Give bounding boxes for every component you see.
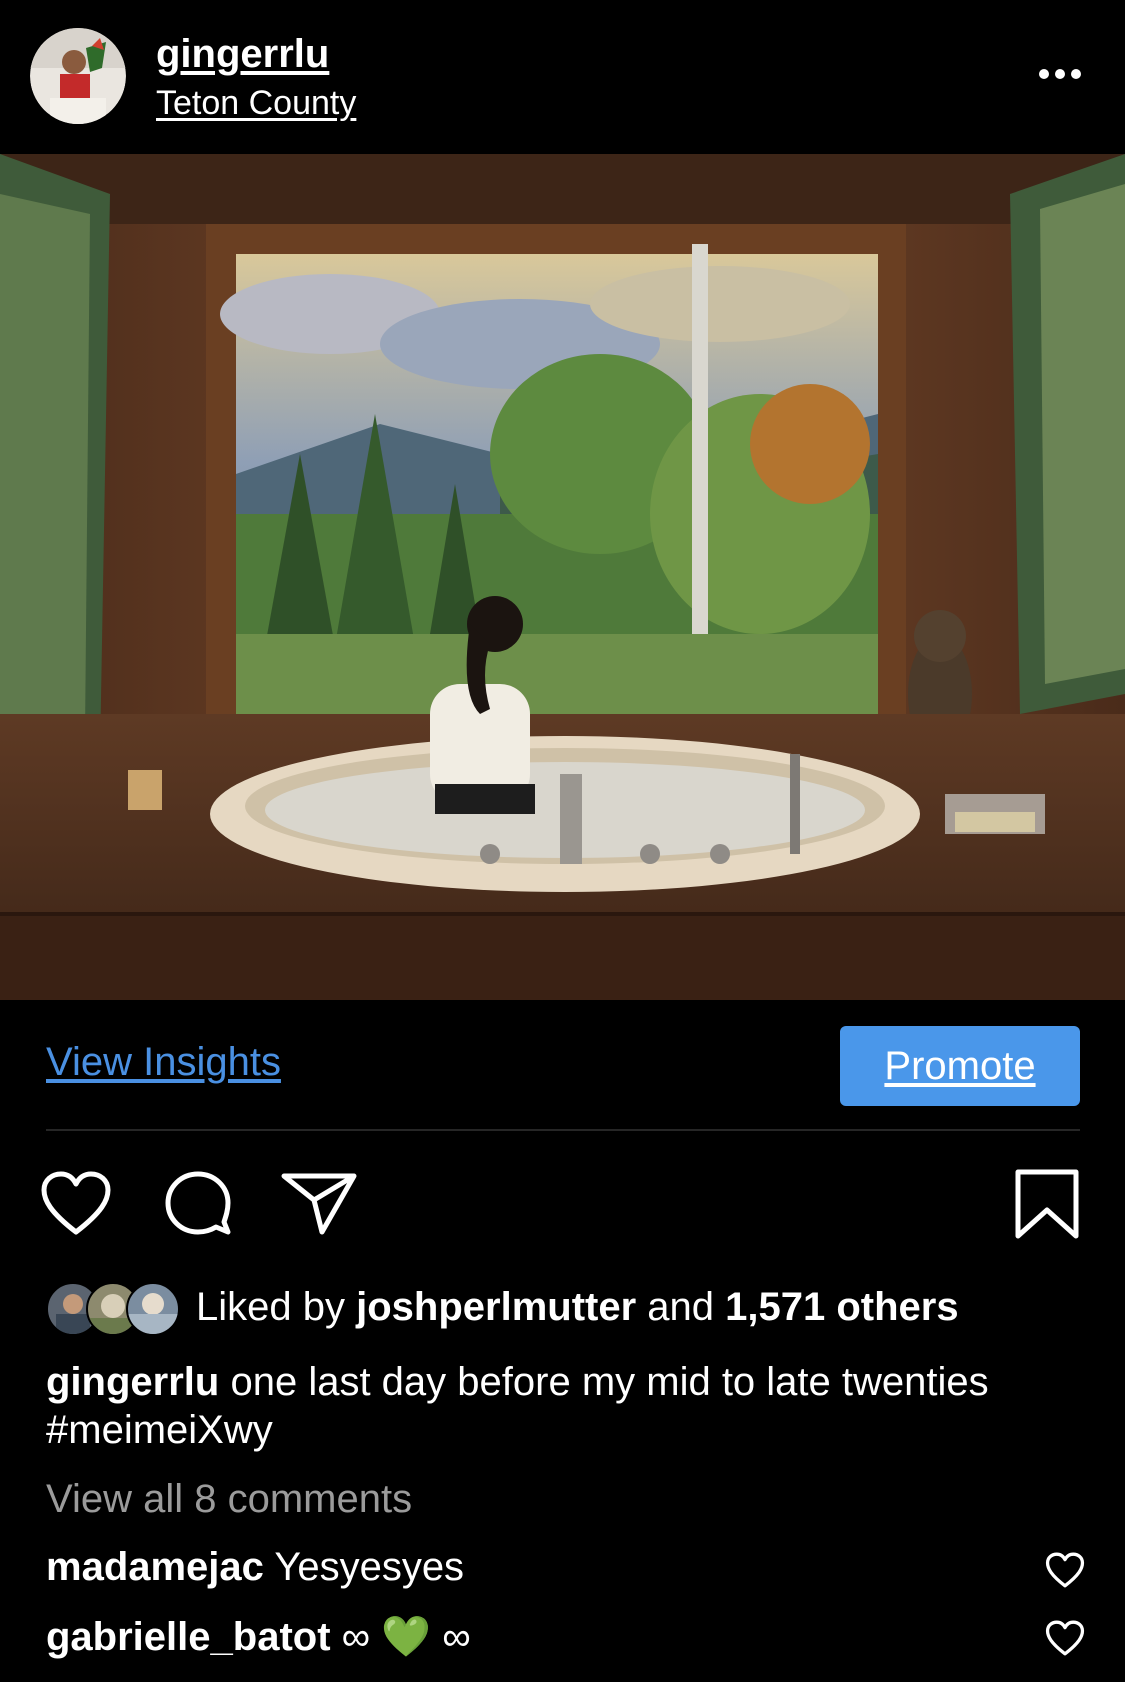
- more-options-icon[interactable]: [1034, 63, 1090, 85]
- comment-username[interactable]: gabrielle_batot: [46, 1615, 331, 1659]
- like-heart-icon[interactable]: [40, 1170, 112, 1236]
- view-insights-link[interactable]: View Insights: [46, 1040, 281, 1085]
- liker-avatar: [126, 1282, 180, 1336]
- caption-text: one last day before my mid to late twent…: [230, 1360, 989, 1404]
- likes-conjunction: and: [647, 1285, 715, 1329]
- post-image[interactable]: [0, 154, 1125, 1000]
- view-all-comments-link[interactable]: View all 8 comments: [46, 1477, 412, 1522]
- avatar[interactable]: [30, 28, 126, 124]
- comment-text: Yesyesyes: [274, 1545, 465, 1589]
- bookmark-icon[interactable]: [1014, 1168, 1080, 1240]
- promote-button-label: Promote: [884, 1043, 1036, 1088]
- liker-avatars[interactable]: [46, 1282, 180, 1336]
- comment-row: gabrielle_batot ∞ 💚 ∞: [46, 1613, 471, 1660]
- promote-button[interactable]: Promote: [840, 1026, 1080, 1106]
- likes-summary[interactable]: Liked by joshperlmutter and 1,571 others: [196, 1285, 959, 1330]
- comment-bubble-icon[interactable]: [162, 1170, 234, 1236]
- liker-username[interactable]: joshperlmutter: [356, 1285, 636, 1329]
- comment-text: ∞ 💚 ∞: [341, 1615, 471, 1659]
- divider: [46, 1129, 1080, 1131]
- comment-like-heart-icon[interactable]: [1045, 1552, 1085, 1593]
- post-username[interactable]: gingerrlu: [156, 32, 329, 77]
- likes-prefix: Liked by: [196, 1285, 345, 1329]
- caption-username[interactable]: gingerrlu: [46, 1360, 219, 1404]
- post-caption: gingerrlu one last day before my mid to …: [46, 1358, 1086, 1454]
- comment-row: madamejac Yesyesyes: [46, 1545, 464, 1590]
- post-location[interactable]: Teton County: [156, 84, 356, 123]
- likes-count[interactable]: 1,571 others: [725, 1285, 958, 1329]
- share-paper-plane-icon[interactable]: [280, 1170, 358, 1236]
- comment-username[interactable]: madamejac: [46, 1545, 264, 1589]
- caption-hashtag[interactable]: #meimeiXwy: [46, 1408, 273, 1452]
- comment-like-heart-icon[interactable]: [1045, 1620, 1085, 1661]
